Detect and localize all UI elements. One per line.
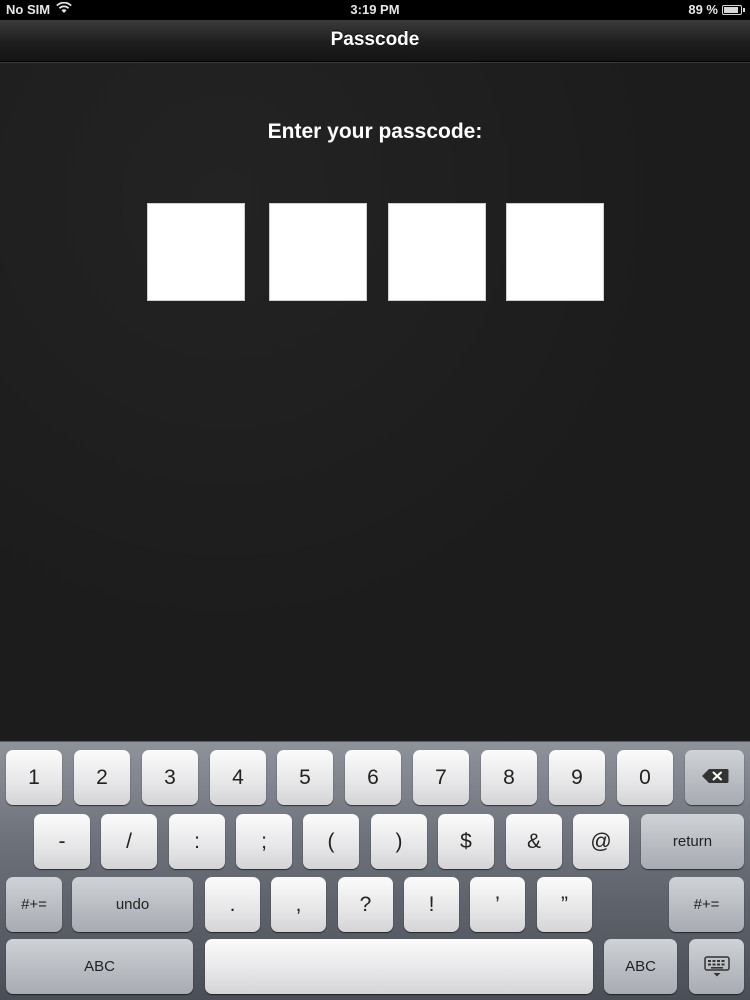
passcode-digit-4[interactable]: [506, 203, 604, 301]
passcode-digit-1[interactable]: [147, 203, 245, 301]
key-question[interactable]: ?: [338, 877, 393, 932]
passcode-digit-3[interactable]: [388, 203, 486, 301]
status-time: 3:19 PM: [350, 2, 400, 17]
key-colon[interactable]: :: [169, 814, 225, 869]
key-2[interactable]: 2: [74, 750, 130, 805]
keyboard-dismiss-icon: [703, 955, 730, 978]
key-5[interactable]: 5: [277, 750, 333, 805]
key-period[interactable]: .: [205, 877, 260, 932]
undo-key[interactable]: undo: [72, 877, 193, 932]
key-7[interactable]: 7: [413, 750, 469, 805]
keyboard: 1 2 3 4 5 6 7 8 9 0 - / : ; ( ) $ & @ re…: [0, 741, 750, 1000]
key-3[interactable]: 3: [142, 750, 198, 805]
status-right: 89 %: [688, 2, 745, 17]
delete-key[interactable]: [685, 750, 744, 805]
key-open-paren[interactable]: (: [303, 814, 359, 869]
key-hyphen[interactable]: -: [34, 814, 90, 869]
key-8[interactable]: 8: [481, 750, 537, 805]
battery-icon: [722, 4, 745, 15]
navigation-bar: Passcode: [0, 20, 750, 62]
key-close-paren[interactable]: ): [371, 814, 427, 869]
key-ampersand[interactable]: &: [506, 814, 562, 869]
status-bar: No SIM 3:19 PM 89 %: [0, 0, 750, 20]
battery-percent: 89 %: [688, 2, 718, 17]
key-4[interactable]: 4: [210, 750, 266, 805]
passcode-prompt: Enter your passcode:: [267, 120, 483, 143]
space-bar[interactable]: [205, 939, 593, 994]
key-exclamation[interactable]: !: [404, 877, 459, 932]
key-6[interactable]: 6: [345, 750, 401, 805]
passcode-digit-2[interactable]: [269, 203, 367, 301]
symbols-mode-key-right[interactable]: #+=: [669, 877, 744, 932]
passcode-screen: Enter your passcode:: [0, 63, 750, 741]
symbols-mode-key-left[interactable]: #+=: [6, 877, 62, 932]
page-title: Passcode: [330, 29, 420, 50]
delete-backspace-icon: [701, 766, 729, 790]
abc-key-left[interactable]: ABC: [6, 939, 193, 994]
key-quote[interactable]: ”: [537, 877, 592, 932]
key-0[interactable]: 0: [617, 750, 673, 805]
key-semicolon[interactable]: ;: [236, 814, 292, 869]
key-comma[interactable]: ,: [271, 877, 326, 932]
key-at[interactable]: @: [573, 814, 629, 869]
battery-fill: [724, 6, 739, 13]
hide-keyboard-key[interactable]: [689, 939, 744, 994]
return-key[interactable]: return: [641, 814, 744, 869]
key-apostrophe[interactable]: ’: [470, 877, 525, 932]
abc-key-right[interactable]: ABC: [604, 939, 677, 994]
key-slash[interactable]: /: [101, 814, 157, 869]
key-dollar[interactable]: $: [438, 814, 494, 869]
key-9[interactable]: 9: [549, 750, 605, 805]
key-1[interactable]: 1: [6, 750, 62, 805]
